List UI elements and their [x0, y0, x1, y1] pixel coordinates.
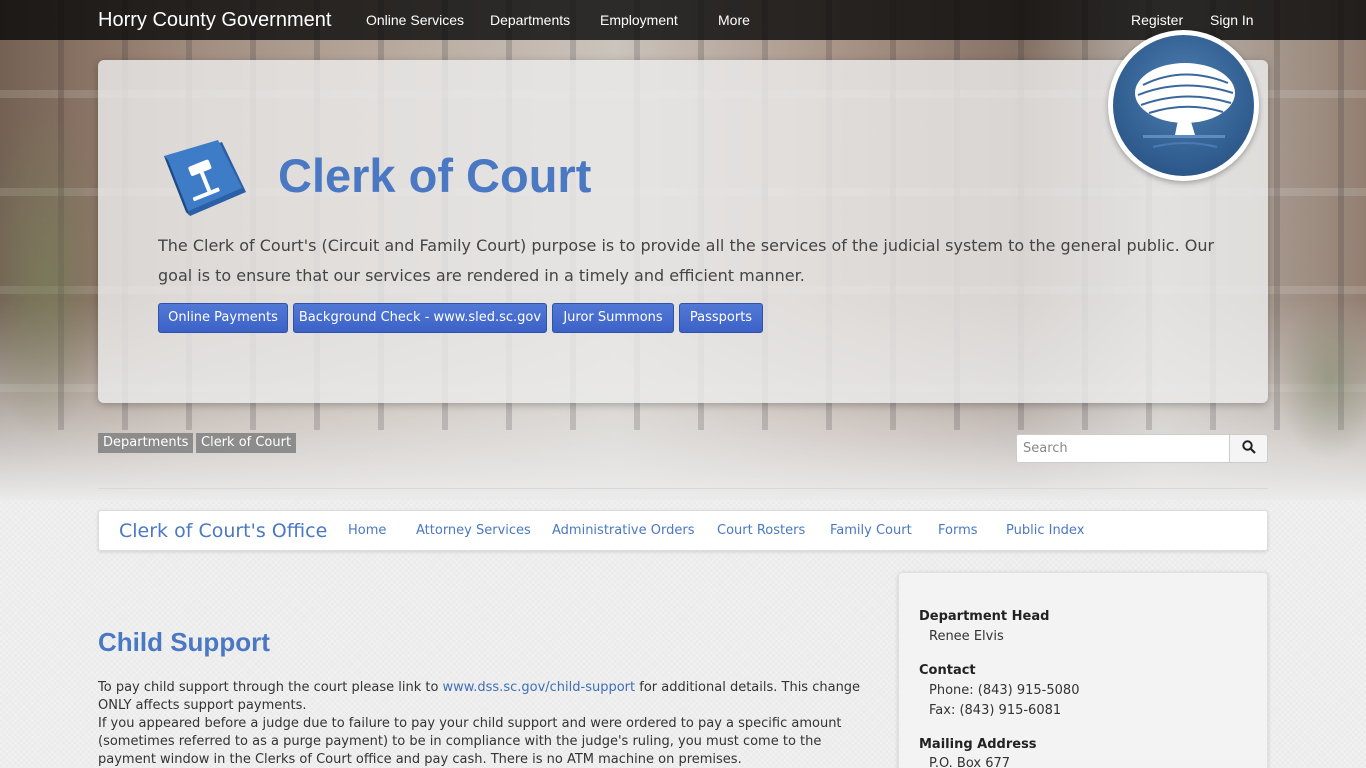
- nav-more[interactable]: More: [718, 12, 750, 28]
- fax-number: Fax: (843) 915-6081: [929, 703, 1062, 718]
- paragraph-1: To pay child support through the court p…: [98, 679, 868, 715]
- subnav-attorney-services[interactable]: Attorney Services: [416, 523, 531, 538]
- hero-panel: Clerk of Court The Clerk of Court's (Cir…: [98, 60, 1268, 403]
- sign-in-link[interactable]: Sign In: [1210, 12, 1254, 28]
- subnav-administrative-orders[interactable]: Administrative Orders: [552, 523, 694, 538]
- breadcrumb-clerk-of-court[interactable]: Clerk of Court: [196, 433, 297, 453]
- subnav-forms[interactable]: Forms: [938, 523, 978, 538]
- department-info-sidebar: Department Head Renee Elvis Contact Phon…: [898, 572, 1268, 768]
- child-support-text: To pay child support through the court p…: [98, 679, 868, 768]
- register-link[interactable]: Register: [1131, 12, 1183, 28]
- search-icon: [1241, 440, 1256, 454]
- subnav-brand[interactable]: Clerk of Court's Office: [119, 520, 327, 542]
- subnav-public-index[interactable]: Public Index: [1006, 523, 1084, 538]
- department-head-label: Department Head: [919, 609, 1050, 624]
- site-title-link[interactable]: Horry County Government: [98, 9, 331, 32]
- section-divider: [98, 488, 1268, 489]
- hero-description: The Clerk of Court's (Circuit and Family…: [158, 236, 1215, 285]
- tree-logo-icon: [1113, 35, 1254, 176]
- search-input[interactable]: [1016, 434, 1230, 463]
- mailing-address-label: Mailing Address: [919, 737, 1037, 752]
- subnav-court-rosters[interactable]: Court Rosters: [717, 523, 805, 538]
- county-logo[interactable]: [1108, 30, 1259, 181]
- search-button[interactable]: [1229, 434, 1268, 463]
- po-box: P.O. Box 677: [929, 756, 1011, 768]
- tree-right-decoration: [1276, 300, 1366, 460]
- page-title: Clerk of Court: [278, 149, 592, 202]
- nav-employment[interactable]: Employment: [600, 12, 678, 28]
- department-head-value: Renee Elvis: [929, 629, 1004, 644]
- subnav-home[interactable]: Home: [348, 523, 386, 538]
- tree-left-decoration: [0, 110, 110, 440]
- section-title: Child Support: [98, 627, 270, 657]
- background-check-button[interactable]: Background Check - www.sled.sc.gov: [293, 303, 547, 333]
- nav-departments[interactable]: Departments: [490, 12, 570, 28]
- paragraph-2: If you appeared before a judge due to fa…: [98, 716, 842, 767]
- breadcrumb-departments[interactable]: Departments: [98, 433, 194, 453]
- paragraph-1-intro: To pay child support through the court p…: [98, 680, 443, 695]
- online-payments-button[interactable]: Online Payments: [158, 303, 288, 333]
- phone-number: Phone: (843) 915-5080: [929, 683, 1080, 698]
- contact-label: Contact: [919, 663, 976, 678]
- department-subnav: Clerk of Court's Office Home Attorney Se…: [98, 510, 1268, 551]
- subnav-family-court[interactable]: Family Court: [830, 523, 912, 538]
- nav-online-services[interactable]: Online Services: [366, 12, 464, 28]
- dss-child-support-link[interactable]: www.dss.sc.gov/child-support: [443, 680, 636, 695]
- juror-summons-button[interactable]: Juror Summons: [552, 303, 674, 333]
- gavel-icon: [164, 140, 246, 216]
- passports-button[interactable]: Passports: [679, 303, 763, 333]
